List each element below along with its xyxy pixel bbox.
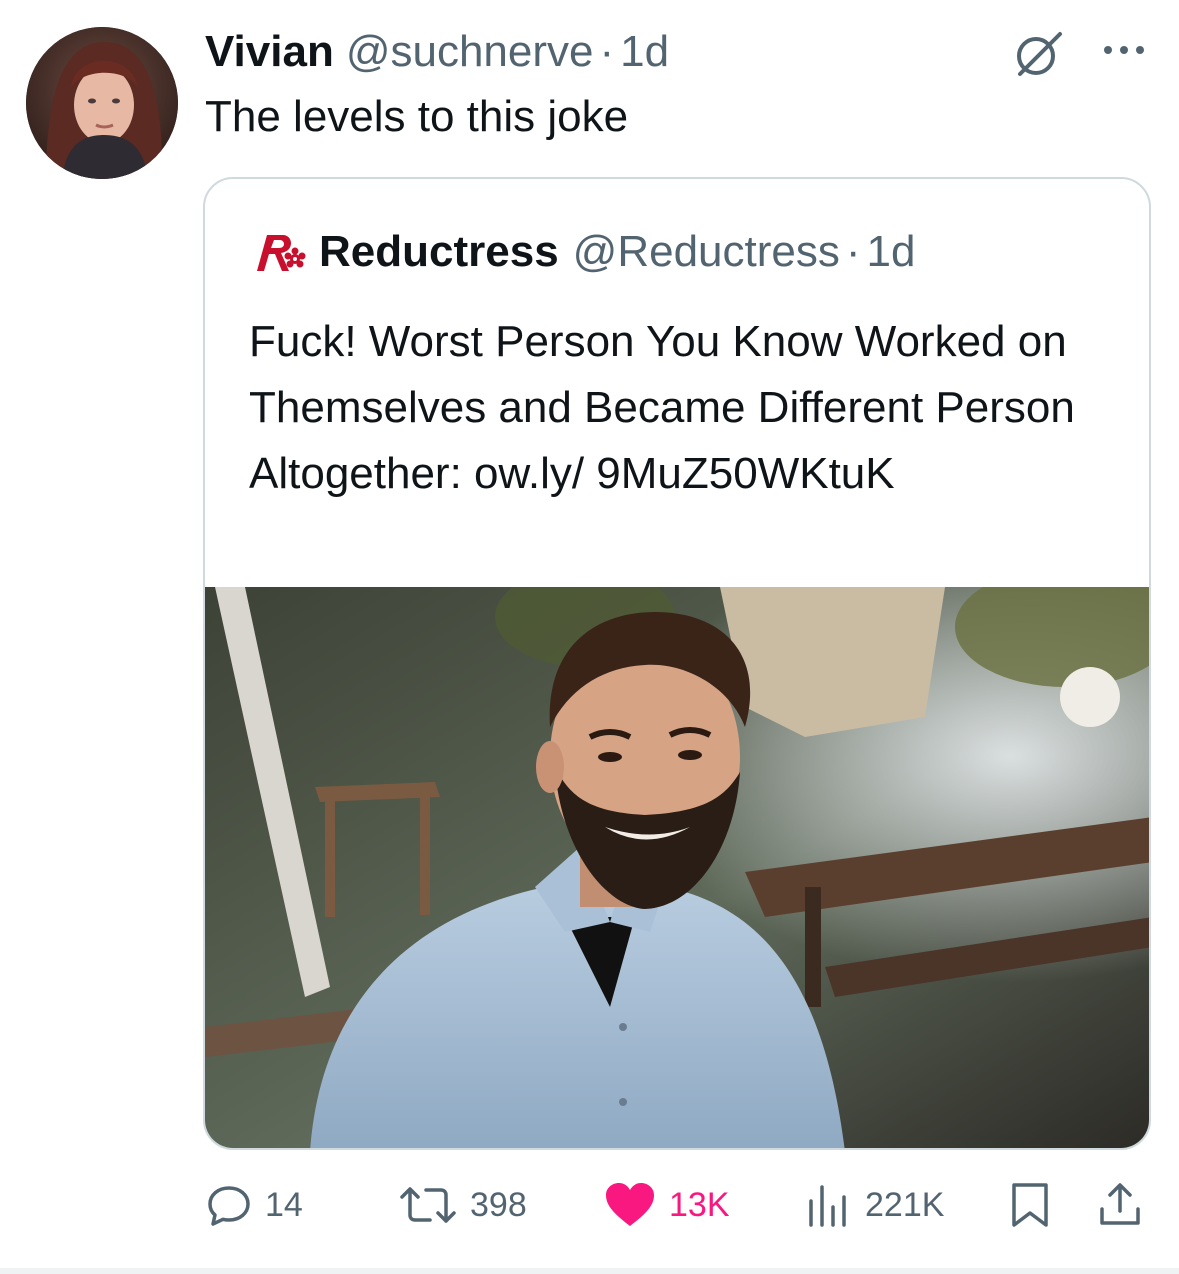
share-button[interactable]: [1096, 1170, 1156, 1240]
bookmark-icon: [1012, 1183, 1048, 1227]
quoted-separator-dot: ·: [845, 227, 861, 276]
tweet-header: Vivian @suchnerve · 1d: [205, 24, 669, 80]
views-button[interactable]: 221K: [803, 1170, 944, 1240]
author-display-name[interactable]: Vivian: [205, 27, 334, 77]
quoted-author-handle[interactable]: @Reductress: [573, 227, 840, 277]
quoted-tweet-text: Fuck! Worst Person You Know Worked on Th…: [249, 317, 1075, 498]
avatar-photo: [26, 27, 178, 179]
author-avatar[interactable]: [26, 27, 178, 179]
like-button[interactable]: 13K: [603, 1170, 730, 1240]
separator-dot: ·: [599, 27, 615, 76]
reply-icon: [208, 1186, 250, 1226]
reply-count: 14: [265, 1185, 303, 1224]
more-options-icon[interactable]: [1096, 30, 1152, 70]
like-count: 13K: [669, 1185, 730, 1224]
quoted-timestamp[interactable]: 1d: [867, 227, 916, 277]
share-upload-icon: [1100, 1183, 1140, 1225]
reply-button[interactable]: 14: [205, 1170, 303, 1240]
man-smiling-photo: [205, 587, 1149, 1148]
repost-count: 398: [470, 1185, 527, 1224]
tweet-timestamp[interactable]: 1d: [620, 27, 669, 77]
heart-filled-icon: [606, 1183, 654, 1226]
repost-icon: [400, 1187, 456, 1223]
grok-icon[interactable]: [1010, 26, 1066, 82]
tweet-action-bar: 14 398 13K 221K: [0, 1170, 1179, 1240]
quoted-tweet-header: Reductress @Reductress · 1d: [249, 227, 915, 277]
repost-button[interactable]: 398: [398, 1170, 527, 1240]
author-handle[interactable]: @suchnerve: [346, 27, 594, 77]
bar-chart-icon: [809, 1185, 846, 1227]
quoted-tweet-image[interactable]: [205, 587, 1149, 1148]
quoted-author-name[interactable]: Reductress: [319, 227, 559, 277]
bookmark-button[interactable]: [1008, 1170, 1064, 1240]
divider: [0, 1268, 1179, 1274]
view-count: 221K: [865, 1185, 945, 1224]
tweet-text: The levels to this joke: [205, 92, 629, 141]
reductress-logo-icon: [257, 235, 306, 271]
quoted-tweet-card[interactable]: Reductress @Reductress · 1d Fuck! Worst …: [203, 177, 1151, 1150]
